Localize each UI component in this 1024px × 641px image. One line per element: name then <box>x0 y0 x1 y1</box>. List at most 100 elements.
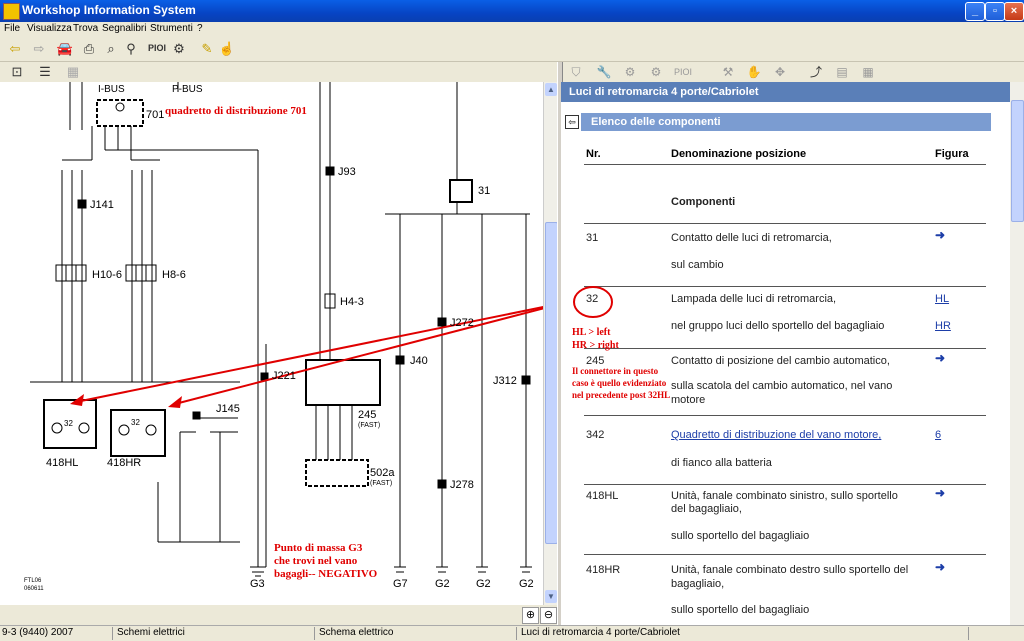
scroll-down-icon[interactable]: ▼ <box>545 590 557 603</box>
418hr-label: 418HR <box>107 457 141 469</box>
back-up-icon[interactable]: ⤴ <box>807 64 825 80</box>
h8-6-label: H8-6 <box>162 269 186 281</box>
fast2-label: (FAST) <box>370 480 392 487</box>
c31-label: 31 <box>478 185 490 197</box>
divider <box>584 223 986 224</box>
menu-file[interactable]: File <box>4 23 20 34</box>
j278-label: J278 <box>450 479 474 491</box>
figure-link-hl[interactable]: HL <box>935 293 949 305</box>
j141-label: J141 <box>90 199 114 211</box>
row-desc: motore <box>671 394 706 406</box>
list-icon[interactable]: ☰ <box>36 63 54 80</box>
row-desc: sullo sportello del bagagliaio <box>671 604 810 616</box>
row-desc-link[interactable]: Quadretto di distribuzione del vano moto… <box>671 429 881 441</box>
move-icon[interactable]: ✥ <box>771 64 789 80</box>
h10-6-label: H10-6 <box>92 269 122 281</box>
g2-label: G2 <box>435 578 450 590</box>
divider <box>584 415 986 416</box>
scroll-thumb[interactable] <box>1011 100 1024 222</box>
row-nr: 32 <box>586 293 599 305</box>
search-icon[interactable]: ⌕ <box>102 40 120 57</box>
c245-label: 245 <box>358 409 376 421</box>
binoculars-icon[interactable]: ⚲ <box>122 40 140 57</box>
pioi-panel-button[interactable]: PIOI <box>671 64 695 80</box>
arrow-icon[interactable]: ➜ <box>935 228 945 242</box>
wrench-icon[interactable]: 🔧 <box>595 64 613 80</box>
pointer-icon[interactable]: ☝ <box>218 40 236 57</box>
row-nr: 418HR <box>586 564 621 576</box>
back-arrow-icon[interactable]: ⇦ <box>6 40 24 57</box>
diagram-vertical-scrollbar[interactable]: ▲ ▼ <box>543 82 558 605</box>
scroll-up-icon[interactable]: ▲ <box>545 83 557 96</box>
arrow-icon[interactable]: ➜ <box>935 351 945 365</box>
diagram-code: 060611 <box>24 586 44 592</box>
row-desc: nel gruppo luci dello sportello del baga… <box>671 320 885 332</box>
zoom-out-icon[interactable]: ⊖ <box>540 607 557 624</box>
lamp-32-hl-label: 32 <box>64 419 73 428</box>
status-bar: 9-3 (9440) 2007 Schemi elettrici Schema … <box>0 625 1024 641</box>
gear-group-icon[interactable]: ⚙ <box>647 64 665 80</box>
menu-strumenti[interactable]: Strumenti <box>150 23 193 34</box>
document-icon[interactable]: ▤ <box>833 64 851 80</box>
lamp-32-hr-label: 32 <box>131 418 140 427</box>
pioi-button[interactable]: PIOI <box>146 40 168 57</box>
row-desc: Lampada delle luci di retromarcia, <box>671 293 837 305</box>
image-icon[interactable]: ▦ <box>64 63 82 80</box>
c502a-label: 502a <box>370 467 395 479</box>
title-bar: Workshop Information System _ ▫ × <box>0 0 1024 22</box>
tool-icon[interactable]: ⚒ <box>719 64 737 80</box>
section-header: Elenco delle componenti <box>581 113 991 131</box>
annotation-massa: Punto di massa G3 <box>274 542 363 554</box>
column-nr: Nr. <box>586 148 601 160</box>
gears-icon[interactable]: ⚙ <box>621 64 639 80</box>
panel-toolbar: ⛉ 🔧 ⚙ ⚙ PIOI ⚒ ✋ ✥ ⤴ ▤ ▦ <box>561 62 1024 82</box>
forward-arrow-icon[interactable]: ⇨ <box>30 40 48 57</box>
print-icon[interactable]: ⎙ <box>80 40 98 57</box>
g7-label: G7 <box>393 578 408 590</box>
annotation-massa: bagagli-- NEGATIVO <box>274 568 378 580</box>
menu-trova[interactable]: Trova <box>73 23 98 34</box>
j272-label: J272 <box>450 317 474 329</box>
wiring-diagram[interactable]: I-BUS P-BUS 701 J93 J141 H10-6 H8-6 H4-3… <box>0 82 543 605</box>
hand-icon[interactable]: ✋ <box>745 64 763 80</box>
minimize-button[interactable]: _ <box>965 2 985 21</box>
component-panel: Luci di retromarcia 4 porte/Cabriolet ⇦ … <box>561 82 1010 625</box>
highlighter-icon[interactable]: ✎ <box>198 40 216 57</box>
form-icon[interactable]: ▦ <box>859 64 877 80</box>
status-category: Schemi elettrici <box>117 627 185 638</box>
row-desc: del bagagliaio, <box>671 503 742 515</box>
window-title: Workshop Information System <box>22 3 196 17</box>
row-desc: Unità, fanale combinato destro sullo spo… <box>671 564 909 576</box>
figure-link[interactable]: 6 <box>935 429 941 441</box>
row-desc: Unità, fanale combinato sinistro, sullo … <box>671 490 898 502</box>
nav-icon[interactable]: ⊡ <box>8 63 26 80</box>
row-nr: 31 <box>586 232 599 244</box>
menu-visualizza[interactable]: Visualizza <box>27 23 72 34</box>
column-name: Denominazione posizione <box>671 148 807 160</box>
g3-label: G3 <box>250 578 265 590</box>
menu-help[interactable]: ? <box>197 23 203 34</box>
back-icon[interactable]: ⇦ <box>565 115 579 129</box>
arrow-icon[interactable]: ➜ <box>935 486 945 500</box>
row-desc: Contatto delle luci di retromarcia, <box>671 232 832 244</box>
row-desc: bagagliaio, <box>671 578 725 590</box>
panel-vertical-scrollbar[interactable] <box>1010 82 1024 625</box>
filter-icon[interactable]: ⛉ <box>567 64 585 80</box>
maximize-button[interactable]: ▫ <box>985 2 1005 21</box>
figure-link-hr[interactable]: HR <box>935 320 951 332</box>
car-icon[interactable]: 🚘 <box>56 40 74 57</box>
close-button[interactable]: × <box>1004 2 1024 21</box>
menu-segnalibri[interactable]: Segnalibri <box>102 23 146 34</box>
arrow-icon[interactable]: ➜ <box>935 560 945 574</box>
app-icon <box>3 3 20 20</box>
zoom-in-icon[interactable]: ⊕ <box>522 607 539 624</box>
j93-label: J93 <box>338 166 356 178</box>
row-desc: di fianco alla batteria <box>671 457 772 469</box>
dist-701-label: 701 <box>146 109 164 121</box>
h4-3-label: H4-3 <box>340 296 364 308</box>
row-nr: 418HL <box>586 490 619 502</box>
annotation-quadretto: quadretto di distribuzione 701 <box>165 105 307 117</box>
tool-icon[interactable]: ⚙ <box>170 40 188 57</box>
row-desc: sul cambio <box>671 259 724 271</box>
divider <box>584 554 986 555</box>
